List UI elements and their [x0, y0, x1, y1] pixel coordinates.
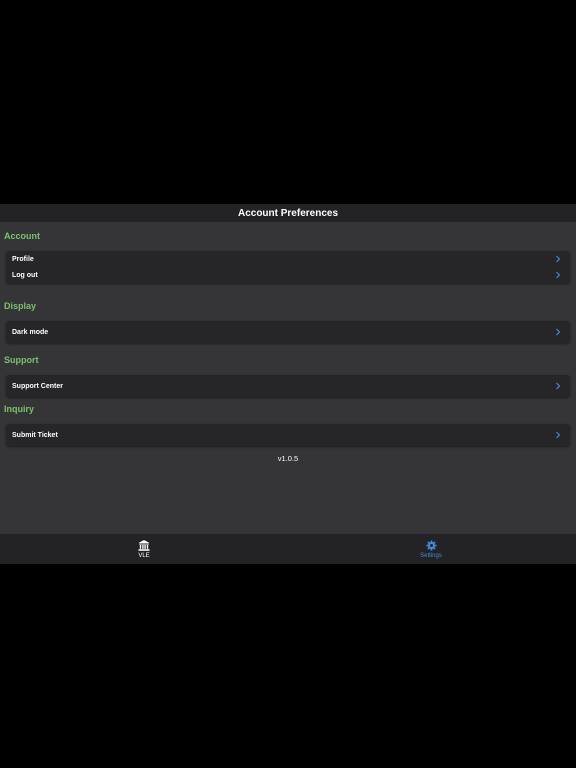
- settings-row-profile[interactable]: Profile: [6, 251, 570, 267]
- gear-icon: [425, 539, 437, 551]
- chevron-right-icon: [556, 271, 561, 279]
- tab-vle[interactable]: VLE: [104, 534, 184, 564]
- section-title-account: Account: [4, 231, 40, 241]
- header-bar: Account Preferences: [0, 204, 576, 222]
- app-version: v1.0.5: [277, 454, 299, 463]
- chevron-right-icon: [556, 328, 561, 336]
- row-label: Log out: [12, 271, 38, 279]
- tab-label-vle: VLE: [138, 552, 150, 559]
- inquiry-card: Submit Ticket: [6, 424, 570, 446]
- tab-label-settings: Settings: [420, 552, 442, 559]
- row-label: Support Center: [12, 382, 63, 390]
- chevron-right-icon: [556, 382, 561, 390]
- settings-row-dark-mode[interactable]: Dark mode: [6, 324, 570, 340]
- settings-row-submit-ticket[interactable]: Submit Ticket: [6, 427, 570, 443]
- page-title: Account Preferences: [237, 207, 339, 219]
- chevron-right-icon: [556, 255, 561, 263]
- display-card: Dark mode: [6, 321, 570, 343]
- row-label: Submit Ticket: [12, 431, 58, 439]
- bottom-tab-bar: VLE Settings: [0, 534, 576, 564]
- section-title-display: Display: [4, 301, 37, 311]
- chevron-right-icon: [556, 431, 561, 439]
- app-screen: Account Preferences Account Profile Log …: [0, 204, 576, 564]
- account-card: Profile Log out: [6, 251, 570, 283]
- tab-settings[interactable]: Settings: [391, 534, 471, 564]
- settings-row-support-center[interactable]: Support Center: [6, 378, 570, 394]
- support-card: Support Center: [6, 375, 570, 397]
- section-title-inquiry: Inquiry: [4, 404, 35, 414]
- row-label: Profile: [12, 255, 34, 263]
- settings-row-logout[interactable]: Log out: [6, 267, 570, 283]
- row-label: Dark mode: [12, 328, 49, 336]
- section-title-support: Support: [4, 355, 39, 365]
- bank-icon: [138, 539, 150, 551]
